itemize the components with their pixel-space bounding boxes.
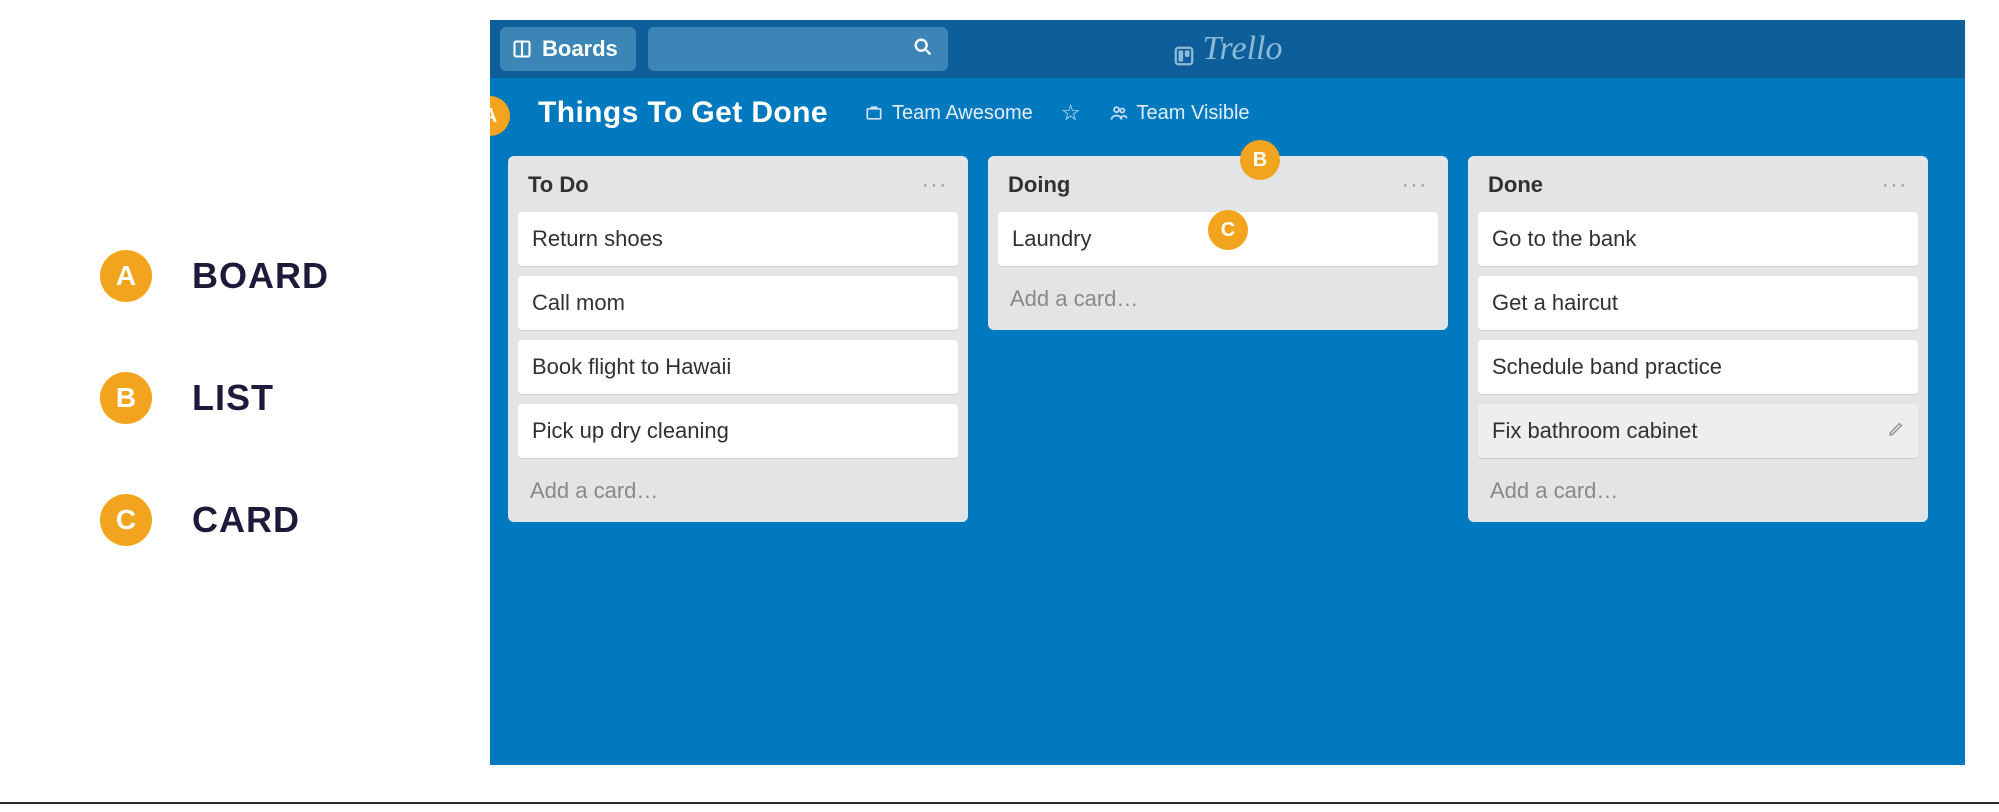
card-title: Return shoes <box>532 226 663 252</box>
trello-logo-text: Trello <box>1203 30 1283 68</box>
legend-badge-b: B <box>100 372 152 424</box>
search-input[interactable] <box>648 27 948 71</box>
annotation-badge-a: A <box>490 96 510 136</box>
legend-badge-c: C <box>100 494 152 546</box>
legend-row-board: A BOARD <box>100 250 329 302</box>
boards-label: Boards <box>542 36 618 62</box>
card-title: Schedule band practice <box>1492 354 1722 380</box>
legend-label-board: BOARD <box>192 255 329 297</box>
card[interactable]: Schedule band practice <box>1478 340 1918 394</box>
card[interactable]: Book flight to Hawaii <box>518 340 958 394</box>
legend-label-list: LIST <box>192 377 274 419</box>
legend-row-list: B LIST <box>100 372 329 424</box>
boards-icon <box>512 39 532 59</box>
list-doing[interactable]: Doing ··· Laundry C Add a card… <box>988 156 1448 330</box>
legend-label-card: CARD <box>192 499 300 541</box>
team-name[interactable]: Team Awesome <box>864 102 1033 125</box>
card[interactable]: Go to the bank <box>1478 212 1918 266</box>
card-title: Go to the bank <box>1492 226 1636 252</box>
card-title: Fix bathroom cabinet <box>1492 418 1697 444</box>
list-header: Doing ··· <box>998 166 1438 202</box>
card[interactable]: Pick up dry cleaning <box>518 404 958 458</box>
card-title: Call mom <box>532 290 625 316</box>
list-title[interactable]: Done <box>1488 172 1543 198</box>
visibility[interactable]: Team Visible <box>1109 102 1250 125</box>
boards-button[interactable]: Boards <box>500 27 636 71</box>
card[interactable]: Call mom <box>518 276 958 330</box>
visibility-label: Team Visible <box>1137 102 1250 125</box>
legend-badge-a: A <box>100 250 152 302</box>
list-title[interactable]: To Do <box>528 172 589 198</box>
list-title[interactable]: Doing <box>1008 172 1070 198</box>
board-header: A Things To Get Done Team Awesome ☆ <box>490 78 1965 138</box>
card[interactable]: Fix bathroom cabinet <box>1478 404 1918 458</box>
trello-logo[interactable]: Trello <box>1173 30 1283 68</box>
topbar: Boards Trello <box>490 20 1965 78</box>
trello-logo-icon <box>1173 38 1195 60</box>
legend-row-card: C CARD <box>100 494 329 546</box>
card-title: Laundry <box>1012 226 1092 252</box>
list-header: To Do ··· <box>518 166 958 202</box>
list-menu-button[interactable]: ··· <box>1882 174 1908 197</box>
card[interactable]: Get a haircut <box>1478 276 1918 330</box>
list-menu-button[interactable]: ··· <box>922 174 948 197</box>
list-todo[interactable]: To Do ··· Return shoes Call mom Book fli… <box>508 156 968 522</box>
add-card-button[interactable]: Add a card… <box>518 468 958 516</box>
annotation-badge-b: B <box>1240 140 1280 180</box>
legend: A BOARD B LIST C CARD <box>100 250 329 546</box>
card[interactable]: Return shoes <box>518 212 958 266</box>
card-title: Book flight to Hawaii <box>532 354 731 380</box>
card-title: Pick up dry cleaning <box>532 418 729 444</box>
divider <box>0 802 1999 804</box>
board-lists: B To Do ··· Return shoes Call mom Book f… <box>490 138 1965 540</box>
people-icon <box>1109 103 1129 123</box>
team-icon <box>864 103 884 123</box>
search-icon <box>912 36 934 63</box>
add-card-button[interactable]: Add a card… <box>1478 468 1918 516</box>
card[interactable]: Laundry C <box>998 212 1438 266</box>
card-title: Get a haircut <box>1492 290 1618 316</box>
edit-card-icon[interactable] <box>1888 421 1904 442</box>
board-title[interactable]: Things To Get Done <box>538 96 828 130</box>
board-meta: Team Awesome ☆ Team Visible <box>864 100 1250 126</box>
team-name-label: Team Awesome <box>892 102 1033 125</box>
trello-app: Boards Trello <box>490 20 1965 765</box>
list-done[interactable]: Done ··· Go to the bank Get a haircut Sc… <box>1468 156 1928 522</box>
add-card-button[interactable]: Add a card… <box>998 276 1438 324</box>
list-header: Done ··· <box>1478 166 1918 202</box>
list-menu-button[interactable]: ··· <box>1402 174 1428 197</box>
star-button[interactable]: ☆ <box>1061 100 1081 126</box>
annotation-badge-c: C <box>1208 210 1248 250</box>
